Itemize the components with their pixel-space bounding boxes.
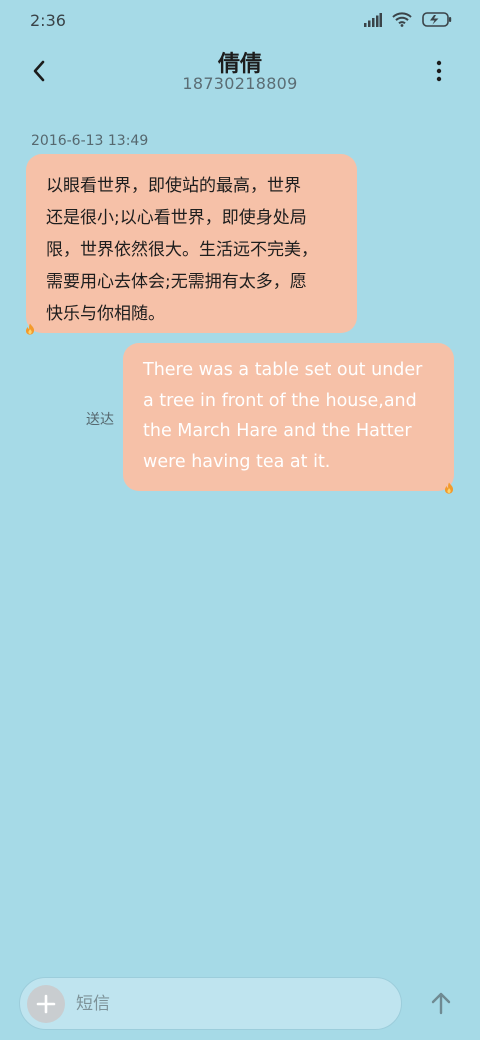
status-time: 2:36 bbox=[30, 11, 66, 30]
status-bar: 2:36 bbox=[0, 0, 480, 40]
more-vertical-icon bbox=[436, 60, 442, 82]
incoming-message-bubble[interactable]: 以眼看世界，即使站的最高，世界 还是很小;以心看世界，即使身处局 限，世界依然很… bbox=[26, 154, 357, 333]
flame-icon bbox=[444, 479, 454, 494]
send-button[interactable] bbox=[424, 986, 458, 1020]
message-timestamp: 2016-6-13 13:49 bbox=[31, 133, 149, 149]
conversation-header: 倩倩 18730218809 bbox=[0, 40, 480, 104]
sms-input[interactable] bbox=[76, 990, 376, 1018]
incoming-message-text: 以眼看世界，即使站的最高，世界 还是很小;以心看世界，即使身处局 限，世界依然很… bbox=[46, 170, 337, 330]
message-line: a tree in front of the house,and bbox=[143, 390, 417, 411]
battery-charging-icon bbox=[422, 12, 452, 27]
message-line: 快乐与你相随。 bbox=[46, 304, 165, 324]
flame-icon bbox=[25, 320, 35, 335]
plus-icon bbox=[36, 994, 56, 1014]
message-line: 还是很小;以心看世界，即使身处局 bbox=[46, 208, 307, 228]
message-line: There was a table set out under bbox=[143, 360, 423, 380]
message-line: 以眼看世界，即使站的最高，世界 bbox=[46, 176, 301, 196]
outgoing-message-bubble[interactable]: There was a table set out under a tree i… bbox=[123, 343, 454, 491]
contact-phone-number: 18730218809 bbox=[182, 74, 298, 93]
more-options-button[interactable] bbox=[424, 54, 454, 88]
add-attachment-button[interactable] bbox=[27, 985, 65, 1023]
message-line: 限，世界依然很大。生活远不完美， bbox=[46, 240, 318, 260]
wifi-icon bbox=[392, 12, 412, 27]
outgoing-message-text: There was a table set out under a tree i… bbox=[143, 355, 436, 477]
message-line: the March Hare and the Hatter bbox=[143, 421, 412, 441]
delivery-status: 送达 bbox=[86, 412, 114, 428]
message-line: were having tea at it. bbox=[143, 451, 331, 472]
arrow-up-icon bbox=[431, 992, 451, 1015]
status-icons bbox=[364, 12, 452, 27]
signal-icon bbox=[364, 12, 382, 27]
message-line: 需要用心去体会;无需拥有太多，愿 bbox=[46, 272, 307, 292]
